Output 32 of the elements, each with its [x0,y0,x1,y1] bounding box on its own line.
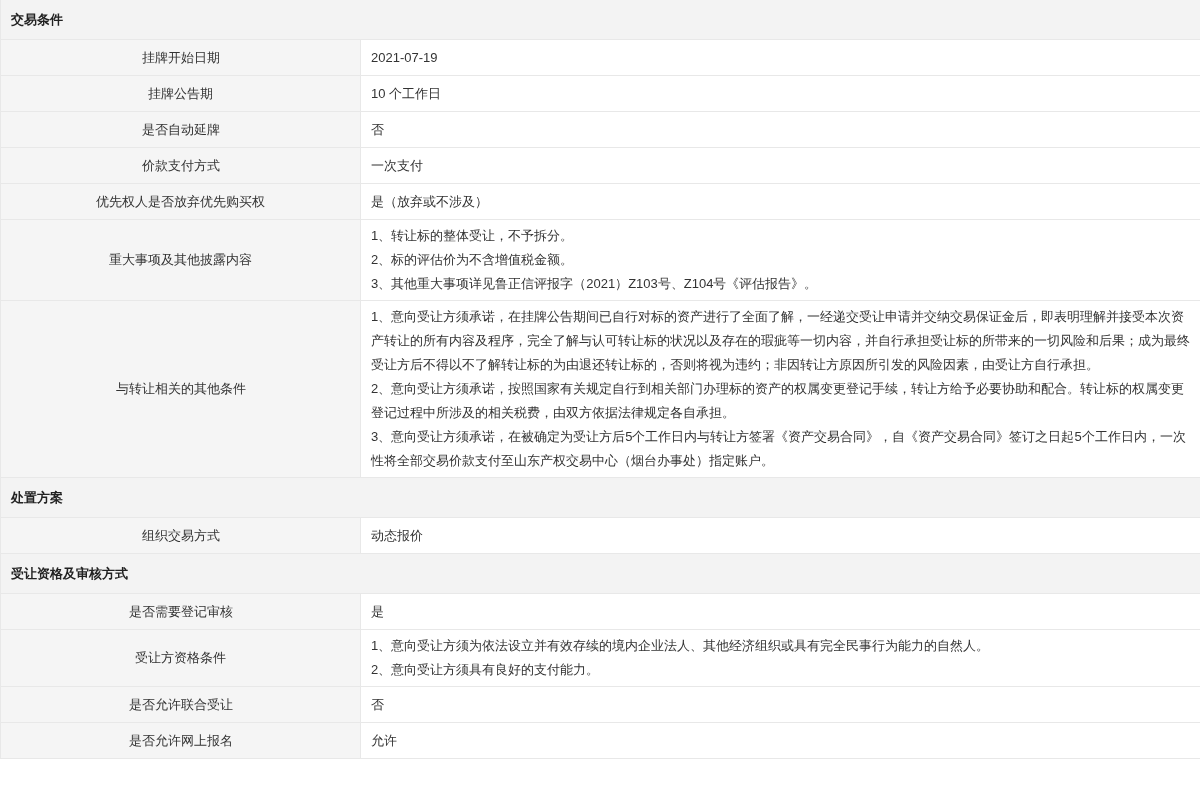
field-value: 否 [371,695,385,714]
field-value: 3、意向受让方须承诺，在被确定为受让方后5个工作日内与转让方签署《资产交易合同》，自《资产交易合同》签订之日起5个工作日内，一次性将全部交易价款支付至山东产权交易中心（烟台办事处）指定账户。 [371,428,1187,470]
field-value: 是 [371,602,385,621]
field-value: 1、意向受让方须为依法设立并有效存续的境内企业法人、其他经济组织或具有完全民事行为能力的自然人。 [371,637,991,655]
field-value: 10 个工作日 [371,84,443,103]
section-title: 处置方案 [11,488,63,507]
field-label: 价款支付方式 [141,156,220,175]
field-value: 2、意向受让方须承诺，按照国家有关规定自行到相关部门办理标的资产的权属变更登记手续，转让方给予必要协助和配合。转让标的权属变更登记过程中所涉及的相关税费，由双方依据法律规定各自承担。 [371,380,1186,422]
field-label: 重大事项及其他披露内容 [109,251,252,270]
field-value: 2、标的评估价为不含增值税金额。 [371,251,575,269]
field-label: 挂牌公告期 [148,84,213,103]
field-label: 是否允许联合受让 [128,695,233,714]
field-label: 受让方资格条件 [135,649,226,668]
section-title: 受让资格及审核方式 [11,564,128,583]
field-label: 是否需要登记审核 [128,602,233,621]
field-label: 与转让相关的其他条件 [115,380,246,399]
field-value: 动态报价 [371,526,424,545]
field-value: 1、意向受让方须承诺，在挂牌公告期间已自行对标的资产进行了全面了解，一经递交受让申请并交纳交易保证金后，即表明理解并接受本次资产转让的所有内容及程序，完全了解与认可转让标的状况以及存在的瑕疵等一切内容，并自行承担受让标的所带来的一切风险和后果；成为最终受让方后不得以不了解转让标的为由退还转让标的，否则将视为违约；非因转让方原因所引发的风险因素，由受让方自行承担。 [371,308,1191,374]
field-label: 是否自动延牌 [141,120,220,139]
field-value: 2、意向受让方须具有良好的支付能力。 [371,661,601,679]
field-label: 挂牌开始日期 [141,48,220,67]
field-value: 2021-07-19 [371,48,439,67]
field-value: 否 [371,120,385,139]
field-value: 是（放弃或不涉及） [371,192,489,211]
field-value: 允许 [371,731,398,750]
field-label: 是否允许网上报名 [128,731,233,750]
field-label: 组织交易方式 [141,526,220,545]
field-value: 3、其他重大事项详见鲁正信评报字（2021）Z103号、Z104号《评估报告》。 [371,275,819,293]
section-title: 交易条件 [11,10,63,29]
field-value: 一次支付 [371,156,424,175]
field-label: 优先权人是否放弃优先购买权 [96,192,265,211]
field-value: 1、转让标的整体受让，不予拆分。 [371,227,575,245]
